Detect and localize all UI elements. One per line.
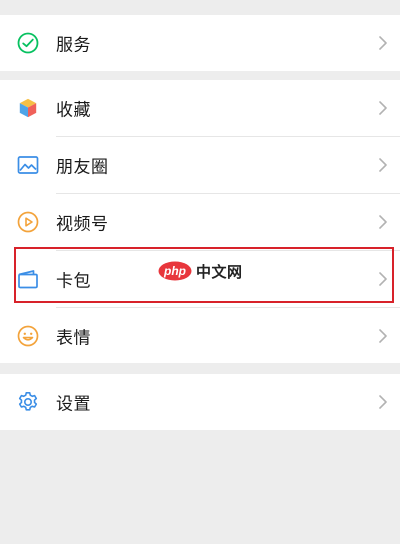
menu-item-services[interactable]: 服务 [0, 15, 400, 71]
chevron-right-icon [379, 329, 387, 343]
chevron-right-icon [379, 101, 387, 115]
sticker-smile-icon [17, 325, 39, 347]
menu-group-services: 服务 [0, 15, 400, 71]
menu-item-label: 卡包 [56, 271, 91, 292]
chevron-right-icon [379, 215, 387, 229]
menu-item-favorites[interactable]: 收藏 [0, 80, 400, 136]
service-check-icon [17, 32, 39, 54]
menu-item-label: 表情 [56, 328, 91, 349]
menu-item-label: 设置 [56, 394, 91, 415]
chevron-right-icon [379, 158, 387, 172]
menu-item-channels[interactable]: 视频号 [0, 194, 400, 250]
svg-text:php: php [163, 264, 186, 278]
chevron-right-icon [379, 395, 387, 409]
watermark: php 中文网 [158, 258, 243, 284]
watermark-text: 中文网 [196, 262, 243, 281]
menu-item-label: 收藏 [56, 100, 91, 121]
menu-item-moments[interactable]: 朋友圈 [0, 137, 400, 193]
favorites-cube-icon [19, 98, 37, 118]
channels-play-icon [17, 211, 39, 233]
php-logo-icon: php [158, 261, 192, 281]
menu-item-label: 视频号 [56, 214, 109, 235]
menu-group-settings: 设置 [0, 374, 400, 430]
moments-picture-icon [17, 156, 39, 174]
me-page-menu: 服务 收藏 朋友圈 视频号 卡包 表情 设置 php 中文网 [0, 0, 400, 544]
menu-item-settings[interactable]: 设置 [0, 374, 400, 430]
chevron-right-icon [379, 36, 387, 50]
menu-item-stickers[interactable]: 表情 [0, 308, 400, 364]
settings-gear-icon [18, 392, 38, 411]
chevron-right-icon [379, 272, 387, 286]
menu-group-main: 收藏 朋友圈 视频号 卡包 表情 [0, 80, 400, 363]
menu-item-label: 朋友圈 [56, 157, 109, 178]
card-wallet-icon [18, 270, 38, 289]
menu-item-label: 服务 [56, 35, 91, 56]
